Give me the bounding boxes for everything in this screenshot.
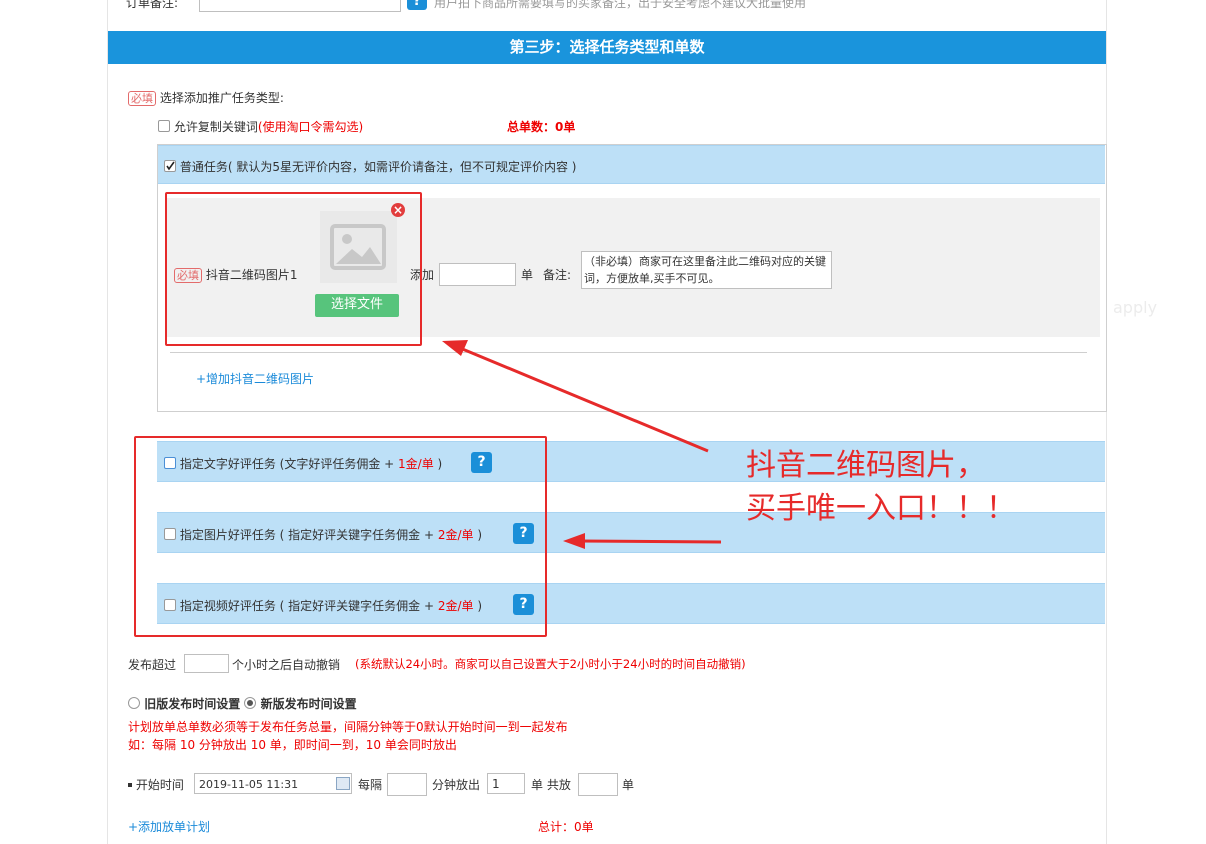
add-plan-link[interactable]: +添加放单计划 <box>128 818 210 835</box>
cancel-note: (系统默认24小时。商家可以自己设置大于2小时小于24小时的时间自动撤销) <box>355 657 746 671</box>
schedule-rule2: 如：每隔 10 分钟放出 10 单，即时间一到，10 单会同时放出 <box>128 738 457 752</box>
new-mode-radio[interactable] <box>244 697 257 709</box>
start-time-input[interactable]: 2019-11-05 11:31 <box>194 773 352 794</box>
unit-end-label: 单 <box>622 778 635 792</box>
annotation-line2: 买手唯一入口！！！ <box>746 491 1016 526</box>
start-time-label: 开始时间 <box>135 778 184 792</box>
cancel-prefix: 发布超过 <box>128 658 177 672</box>
arrow-to-review <box>579 539 722 544</box>
start-label-row: 开始时间 <box>128 776 184 793</box>
minutes-label: 分钟放出 <box>432 778 481 792</box>
bullet <box>128 783 132 787</box>
arrowhead-qr <box>442 340 468 356</box>
arrow-to-qr <box>459 346 709 453</box>
schedule-rule1: 计划放单总单数必须等于发布任务总量，间隔分钟等于0默认开始时间一到一起发布 <box>128 720 568 734</box>
new-mode-label: 新版发布时间设置 <box>260 697 357 711</box>
unit-total-label: 单 共放 <box>531 778 571 792</box>
total-release-input[interactable] <box>578 773 618 796</box>
interval-minutes-input[interactable] <box>387 773 427 796</box>
release-count-input[interactable]: 1 <box>487 773 525 794</box>
calendar-icon[interactable] <box>336 777 350 790</box>
schedule-total: 总计：0单 <box>538 820 594 834</box>
annotation-line1: 抖音二维码图片， <box>746 448 986 483</box>
old-mode-label: 旧版发布时间设置 <box>144 697 241 711</box>
cancel-suffix: 个小时之后自动撤销 <box>232 658 341 672</box>
every-label: 每隔 <box>358 778 383 792</box>
cancel-hours-input[interactable] <box>184 654 229 673</box>
schedule-mode-row: 旧版发布时间设置 新版发布时间设置 <box>128 695 357 712</box>
arrowhead-review <box>563 533 585 549</box>
old-mode-radio[interactable] <box>128 697 140 709</box>
